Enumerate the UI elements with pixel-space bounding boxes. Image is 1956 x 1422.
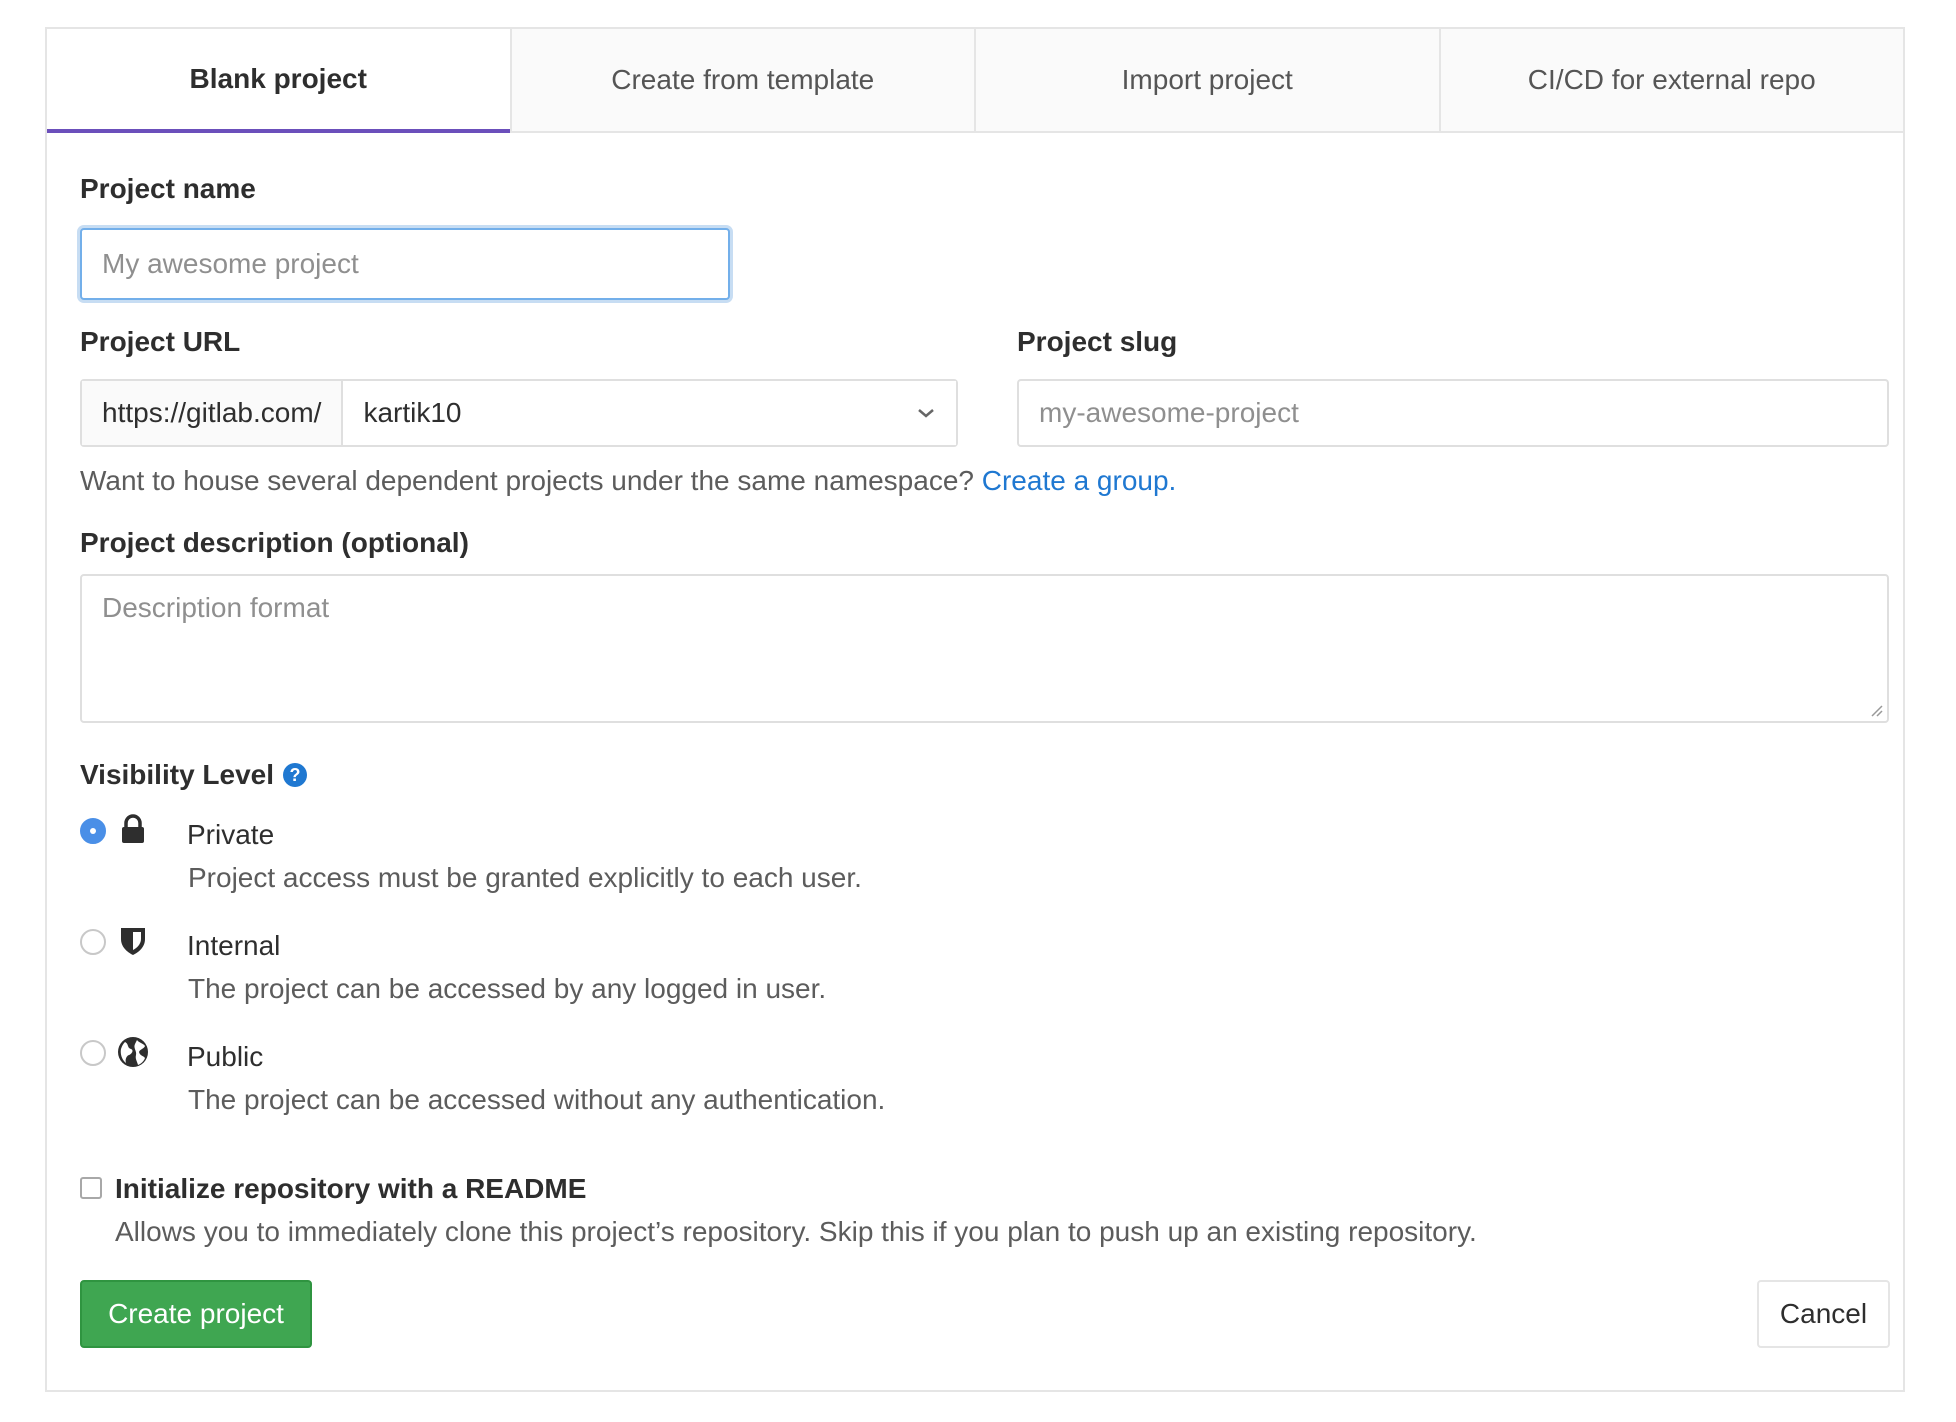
project-tabs: Blank project Create from template Impor…	[47, 29, 1903, 133]
visibility-public-title: Public	[187, 1041, 264, 1072]
create-project-button[interactable]: Create project	[80, 1280, 312, 1348]
project-url-group: https://gitlab.com/ kartik10	[80, 379, 958, 447]
visibility-private-description: Project access must be granted explicitl…	[188, 862, 862, 893]
tab-create-from-template[interactable]: Create from template	[509, 29, 974, 131]
lock-icon	[122, 814, 144, 843]
project-slug-label: Project slug	[1017, 326, 1178, 357]
visibility-internal-description: The project can be accessed by any logge…	[188, 973, 827, 1004]
project-description-label: Project description (optional)	[80, 527, 469, 558]
tab-cicd-external-repo[interactable]: CI/CD for external repo	[1438, 29, 1903, 131]
visibility-private-title: Private	[187, 819, 275, 850]
shield-icon	[121, 928, 145, 955]
readme-checkbox[interactable]	[80, 1177, 102, 1199]
visibility-radio-private[interactable]	[80, 818, 106, 844]
resize-grip-icon[interactable]	[1869, 703, 1883, 717]
question-circle-icon[interactable]: ?	[282, 762, 308, 788]
project-slug-input[interactable]: my-awesome-project	[1017, 379, 1889, 447]
namespace-value: kartik10	[363, 397, 462, 428]
svg-text:?: ?	[290, 765, 301, 785]
create-group-link[interactable]: Create a group.	[982, 465, 1177, 496]
project-name-input[interactable]: My awesome project	[80, 228, 730, 300]
readme-label[interactable]: Initialize repository with a README	[115, 1173, 586, 1205]
visibility-radio-public[interactable]	[80, 1040, 106, 1066]
readme-description: Allows you to immediately clone this pro…	[115, 1216, 1477, 1247]
namespace-help-message: Want to house several dependent projects…	[80, 465, 982, 496]
project-description-placeholder: Description format	[102, 592, 330, 623]
project-url-prefix: https://gitlab.com/	[82, 381, 344, 445]
project-name-label: Project name	[80, 173, 256, 204]
new-project-panel: Blank project Create from template Impor…	[45, 27, 1905, 1392]
project-url-label: Project URL	[80, 326, 241, 357]
namespace-select[interactable]: kartik10	[343, 381, 956, 445]
cancel-button[interactable]: Cancel	[1757, 1280, 1890, 1348]
visibility-level-text: Visibility Level	[80, 759, 275, 790]
project-slug-placeholder: my-awesome-project	[1039, 397, 1299, 428]
tab-blank-project[interactable]: Blank project	[47, 29, 510, 133]
chevron-down-icon	[918, 409, 934, 418]
namespace-help-text: Want to house several dependent projects…	[80, 465, 1176, 497]
visibility-public-description: The project can be accessed without any …	[188, 1084, 886, 1115]
project-name-placeholder: My awesome project	[102, 248, 359, 279]
visibility-level-label: Visibility Level ?	[80, 759, 308, 791]
visibility-internal-title: Internal	[187, 930, 281, 961]
project-description-textarea[interactable]: Description format	[80, 574, 1889, 723]
globe-icon	[118, 1037, 148, 1067]
visibility-radio-internal[interactable]	[80, 929, 106, 955]
tab-import-project[interactable]: Import project	[974, 29, 1439, 131]
